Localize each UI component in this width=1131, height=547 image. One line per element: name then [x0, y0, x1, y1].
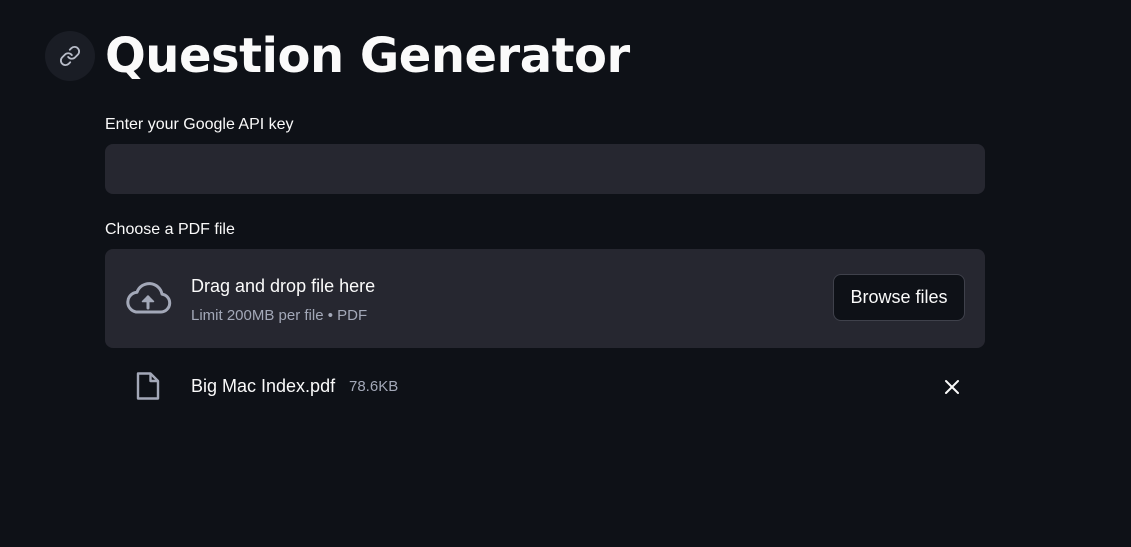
dropzone-limit-text: Limit 200MB per file • PDF [191, 307, 368, 324]
api-key-input[interactable] [105, 144, 985, 194]
browse-files-button[interactable]: Browse files [833, 274, 965, 321]
remove-file-button[interactable] [937, 372, 967, 402]
dropzone-title: Drag and drop file here [191, 276, 376, 296]
app-page: Question Generator Enter your Google API… [0, 0, 1131, 547]
link-icon [59, 45, 81, 67]
uploaded-file-size: 78.6KB [349, 378, 399, 395]
close-icon [945, 380, 959, 394]
pdf-uploader-label: Choose a PDF file [105, 221, 235, 238]
api-key-label: Enter your Google API key [105, 116, 294, 133]
page-title: Question Generator [105, 28, 630, 84]
uploaded-file-row: Big Mac Index.pdf 78.6KB [105, 366, 985, 406]
file-dropzone[interactable]: Drag and drop file here Limit 200MB per … [105, 249, 985, 348]
file-icon [136, 372, 160, 400]
cloud-upload-icon [126, 282, 172, 314]
uploaded-file-name: Big Mac Index.pdf [191, 376, 336, 396]
header-anchor-link[interactable] [45, 31, 95, 81]
